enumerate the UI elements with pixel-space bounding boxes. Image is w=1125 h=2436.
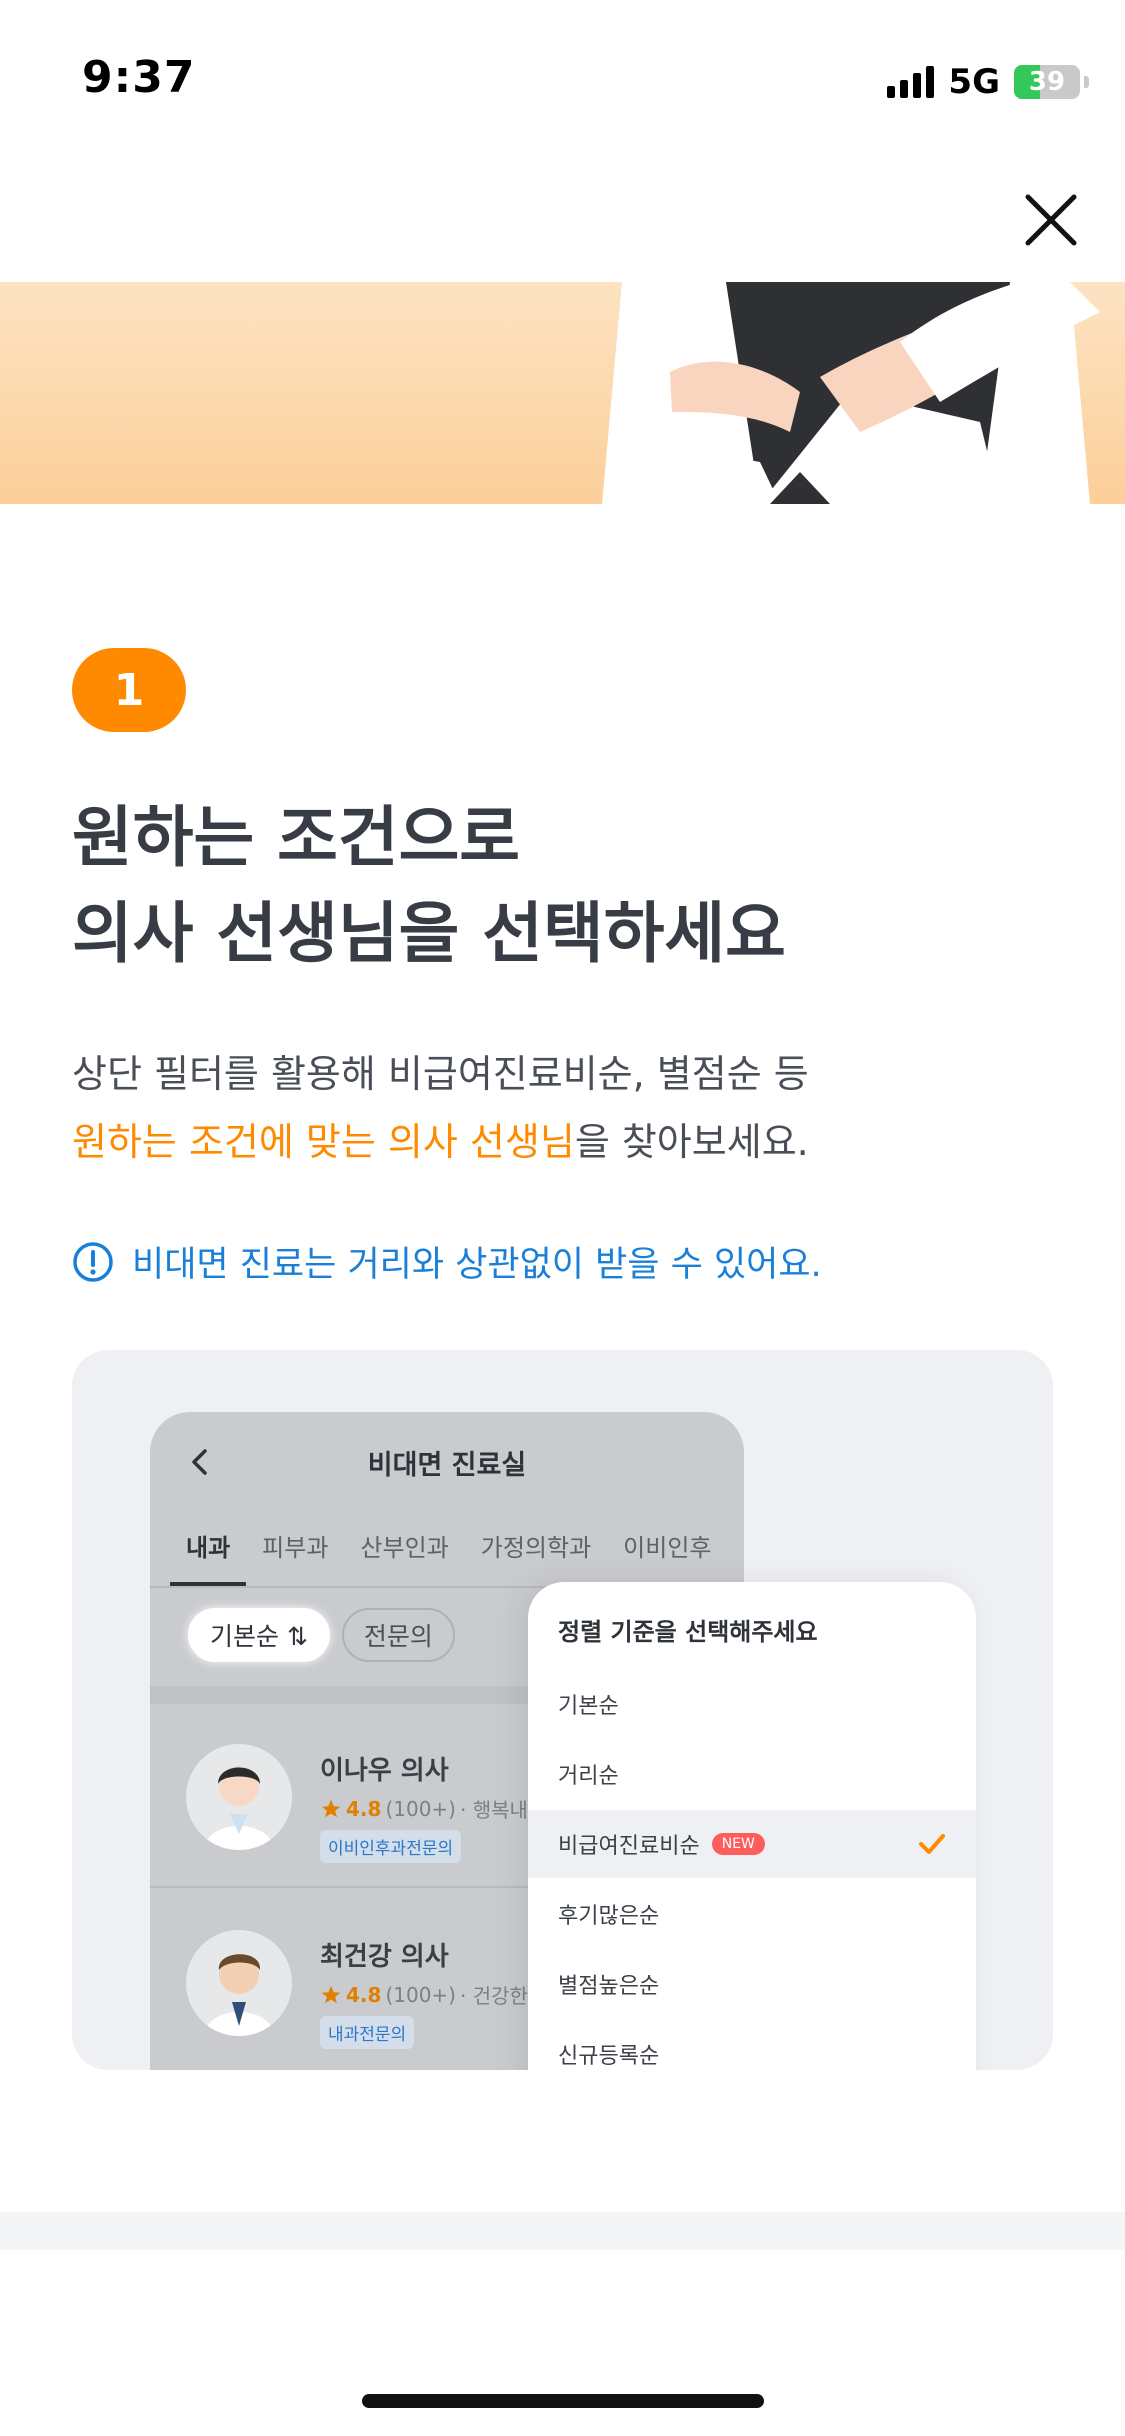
female-doctor-icon xyxy=(204,1766,274,1850)
review-count: (100+) xyxy=(385,1982,456,2007)
status-time: 9:37 xyxy=(82,52,196,103)
mock-header: 비대면 진료실 xyxy=(150,1412,744,1512)
battery-tip xyxy=(1084,76,1089,88)
sort-chip: 기본순 ⇅ xyxy=(188,1608,330,1662)
rating-value: 4.8 xyxy=(346,1982,382,2007)
network-label: 5G xyxy=(948,62,1000,102)
rating-value: 4.8 xyxy=(346,1796,382,1821)
sort-option-rating: 별점높은순 xyxy=(528,1950,976,2018)
back-icon xyxy=(192,1449,207,1475)
title-line-2: 의사 선생님을 선택하세요 xyxy=(72,895,786,972)
tab-family-medicine: 가정의학과 xyxy=(480,1534,592,1562)
hero-banner xyxy=(0,282,1125,504)
sort-option-default: 기본순 xyxy=(528,1670,976,1738)
sort-option-label: 신규등록순 xyxy=(558,2044,660,2069)
doctor-illustration xyxy=(602,282,1100,504)
tab-ent: 이비인후 xyxy=(623,1534,712,1562)
star-icon xyxy=(321,1985,341,2003)
tab-dermatology: 피부과 xyxy=(262,1534,329,1562)
sort-option-label: 비급여진료비순 xyxy=(558,1834,700,1859)
battery-icon: 39 xyxy=(1014,65,1080,99)
mock-title: 비대면 진료실 xyxy=(367,1449,527,1481)
doctor-name: 이나우 의사 xyxy=(320,1756,449,1786)
close-button[interactable] xyxy=(1011,180,1091,260)
preview-card: 비대면 진료실 내과 피부과 산부인과 가정의학과 이비인후 기본순 ⇅ 전문의 xyxy=(72,1350,1053,2070)
star-icon xyxy=(321,1799,341,1817)
sort-sheet-title: 정렬 기준을 선택해주세요 xyxy=(558,1618,818,1646)
tab-internal-medicine: 내과 xyxy=(170,1512,247,1586)
specialty-badge: 내과전문의 xyxy=(320,2016,415,2049)
sort-option-newest: 신규등록순 xyxy=(528,2020,976,2070)
mock-filters: 기본순 ⇅ 전문의 xyxy=(188,1608,455,1662)
close-icon xyxy=(1025,194,1077,246)
specialty-badge: 이비인후과전문의 xyxy=(320,1830,462,1863)
male-doctor-icon xyxy=(204,1954,274,2036)
description-line-2: 원하는 조건에 맞는 의사 선생님을 찾아보세요. xyxy=(72,1108,1072,1176)
sort-option-distance: 거리순 xyxy=(528,1740,976,1808)
sort-option-label: 기본순 xyxy=(558,1694,619,1719)
description-highlight: 원하는 조건에 맞는 의사 선생님 xyxy=(72,1120,575,1164)
notice-text: 비대면 진료는 거리와 상관없이 받을 수 있어요. xyxy=(132,1245,822,1285)
tab-obstetrics: 산부인과 xyxy=(360,1534,449,1562)
signal-icon xyxy=(887,66,935,98)
doctor-avatar xyxy=(186,1744,292,1850)
description-rest: 을 찾아보세요. xyxy=(574,1120,809,1164)
page-title: 원하는 조건으로 의사 선생님을 선택하세요 xyxy=(72,790,1072,982)
sort-option-reviews: 후기많은순 xyxy=(528,1880,976,1948)
doctor-avatar xyxy=(186,1930,292,2036)
sort-option-label: 거리순 xyxy=(558,1764,619,1789)
title-line-1: 원하는 조건으로 xyxy=(72,799,521,876)
bottom-separator xyxy=(0,2212,1125,2250)
specialist-chip: 전문의 xyxy=(341,1608,455,1662)
check-icon xyxy=(919,1834,945,1854)
notice: 비대면 진료는 거리와 상관없이 받을 수 있어요. xyxy=(72,1236,822,1287)
battery-level: 39 xyxy=(1028,67,1066,97)
home-indicator[interactable] xyxy=(362,2394,764,2408)
description-line-1: 상단 필터를 활용해 비급여진료비순, 별점순 등 xyxy=(72,1052,809,1096)
description: 상단 필터를 활용해 비급여진료비순, 별점순 등 원하는 조건에 맞는 의사 … xyxy=(72,1040,1072,1176)
sort-sheet: 정렬 기준을 선택해주세요 기본순 거리순 비급여진료비순 NEW 후기많은순 … xyxy=(528,1582,976,2070)
sort-option-label: 별점높은순 xyxy=(558,1974,660,1999)
step-badge: 1 xyxy=(72,648,186,732)
sort-option-label: 후기많은순 xyxy=(558,1904,660,1929)
review-count: (100+) xyxy=(385,1796,456,1821)
status-bar: 9:37 5G 39 xyxy=(0,0,1125,150)
doctor-meta: 4.8 (100+) · 행복내과 xyxy=(320,1794,546,1823)
doctor-name: 최건강 의사 xyxy=(320,1942,449,1972)
info-icon xyxy=(73,1241,113,1282)
mock-tabs: 내과 피부과 산부인과 가정의학과 이비인후 xyxy=(150,1512,744,1588)
status-indicators: 5G 39 xyxy=(887,62,1089,102)
sort-option-price: 비급여진료비순 NEW xyxy=(528,1810,976,1878)
new-badge: NEW xyxy=(711,1833,765,1855)
